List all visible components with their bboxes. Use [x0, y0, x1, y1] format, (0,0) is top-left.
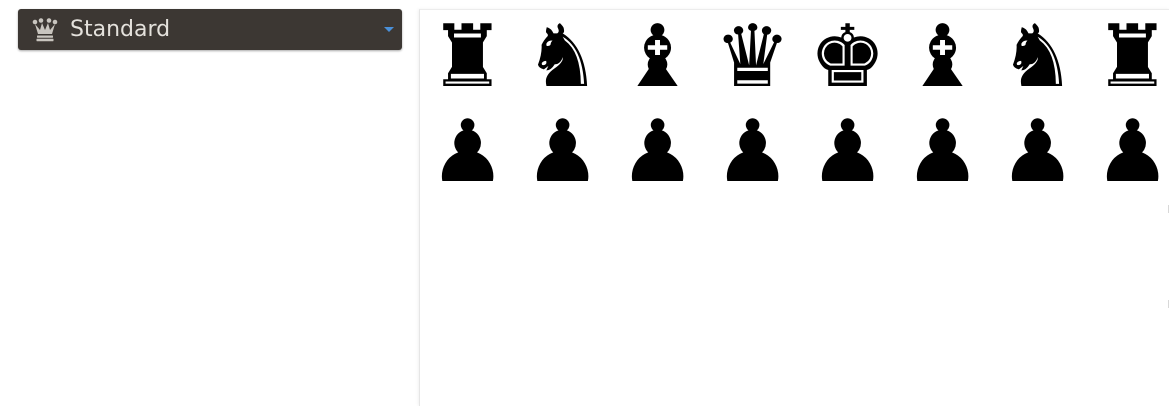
black-rook-piece[interactable]: ♜: [1085, 10, 1169, 105]
black-king-piece[interactable]: ♚: [800, 10, 895, 105]
black-pawn-piece[interactable]: ♟: [800, 105, 895, 200]
variant-label: Standard: [70, 17, 171, 42]
black-bishop-piece[interactable]: ♝: [610, 10, 705, 105]
black-bishop-piece[interactable]: ♝: [895, 10, 990, 105]
black-knight-piece[interactable]: ♞: [515, 10, 610, 105]
caret-down-icon: [384, 27, 394, 32]
black-pawn-piece[interactable]: ♟: [705, 105, 800, 200]
black-rook-piece[interactable]: ♜: [420, 10, 515, 105]
black-pawn-piece[interactable]: ♟: [1085, 105, 1169, 200]
black-pawn-piece[interactable]: ♟: [895, 105, 990, 200]
pawn-rank: ♟ ♟ ♟ ♟ ♟ ♟ ♟ ♟: [420, 105, 1169, 200]
crown-icon: [31, 16, 59, 44]
black-pawn-piece[interactable]: ♟: [990, 105, 1085, 200]
board-panel: ♜ ♞ ♝ ♛ ♚ ♝ ♞ ♜ ♟ ♟ ♟ ♟ ♟ ♟ ♟ ♟: [419, 9, 1169, 406]
black-pawn-piece[interactable]: ♟: [610, 105, 705, 200]
black-knight-piece[interactable]: ♞: [990, 10, 1085, 105]
black-pawn-piece[interactable]: ♟: [420, 105, 515, 200]
variant-select[interactable]: Standard: [18, 9, 402, 50]
black-pawn-piece[interactable]: ♟: [515, 105, 610, 200]
back-rank: ♜ ♞ ♝ ♛ ♚ ♝ ♞ ♜: [420, 10, 1169, 105]
black-queen-piece[interactable]: ♛: [705, 10, 800, 105]
